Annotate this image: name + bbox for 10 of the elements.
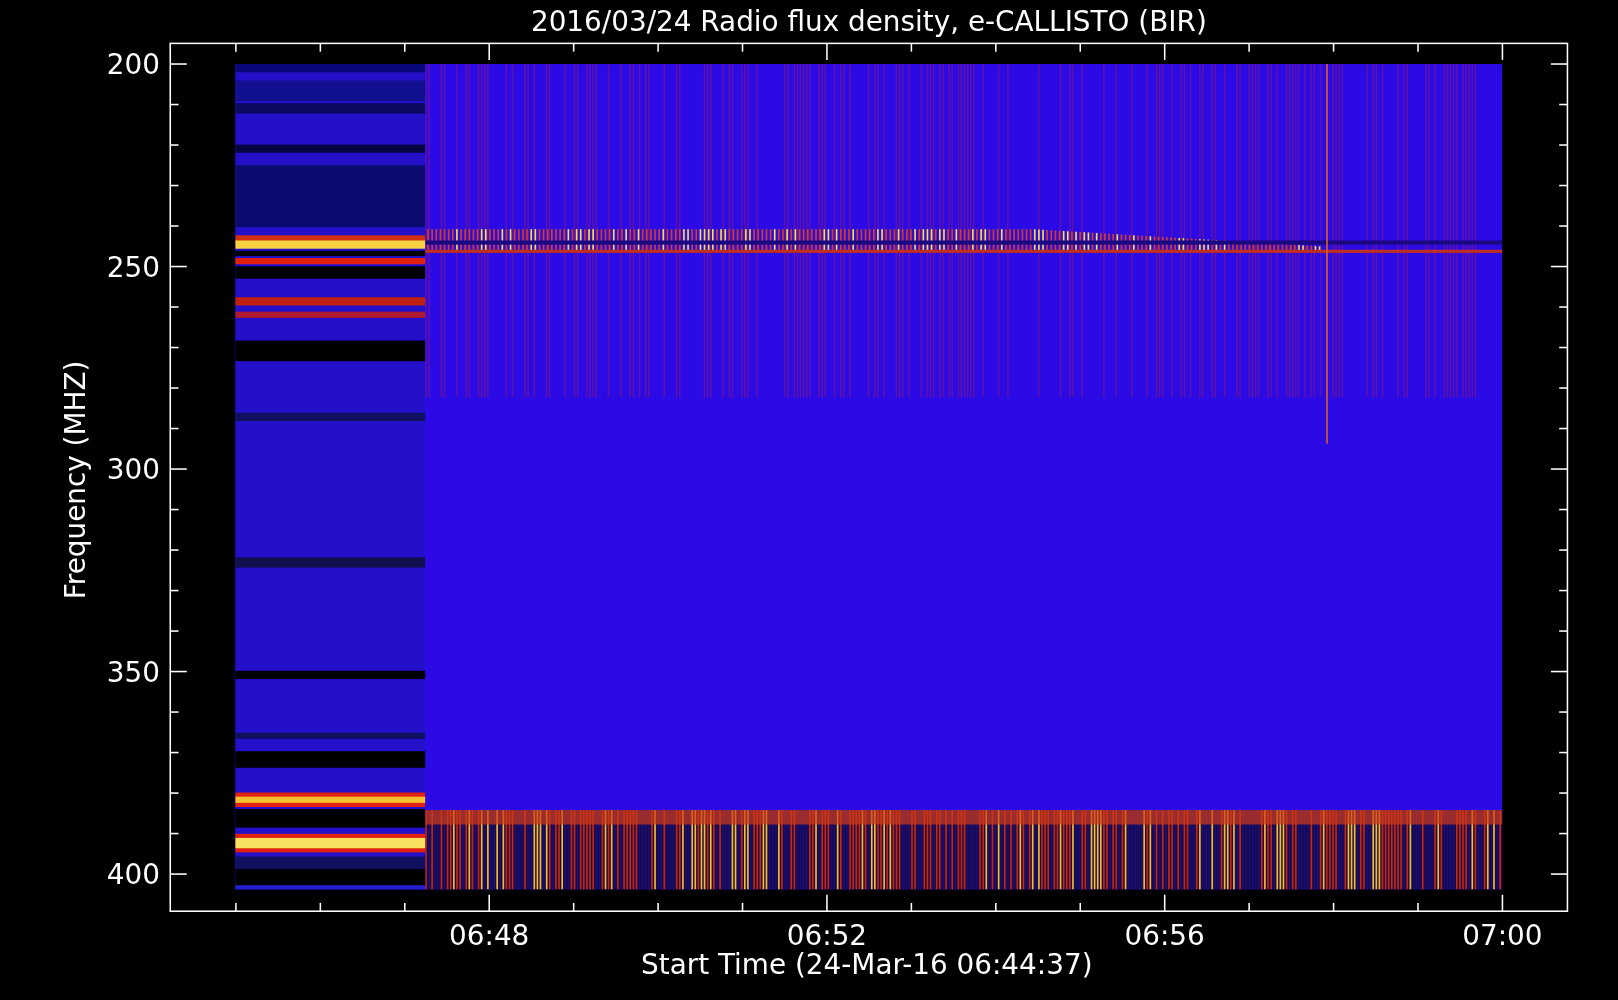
y-tick-label: 300 <box>106 453 160 487</box>
y-tick-label: 200 <box>106 48 160 82</box>
x-tick-label: 06:48 <box>449 919 530 953</box>
x-tick-label: 07:00 <box>1462 919 1543 953</box>
chart-title: 2016/03/24 Radio flux density, e-CALLISTO (BIR) <box>530 5 1207 38</box>
y-tick-label: 350 <box>106 655 160 689</box>
y-tick-label: 250 <box>106 250 160 284</box>
y-tick-label: 400 <box>106 858 160 892</box>
y-axis-label: Frequency (MHZ) <box>58 360 92 600</box>
x-tick-label: 06:56 <box>1124 919 1205 953</box>
